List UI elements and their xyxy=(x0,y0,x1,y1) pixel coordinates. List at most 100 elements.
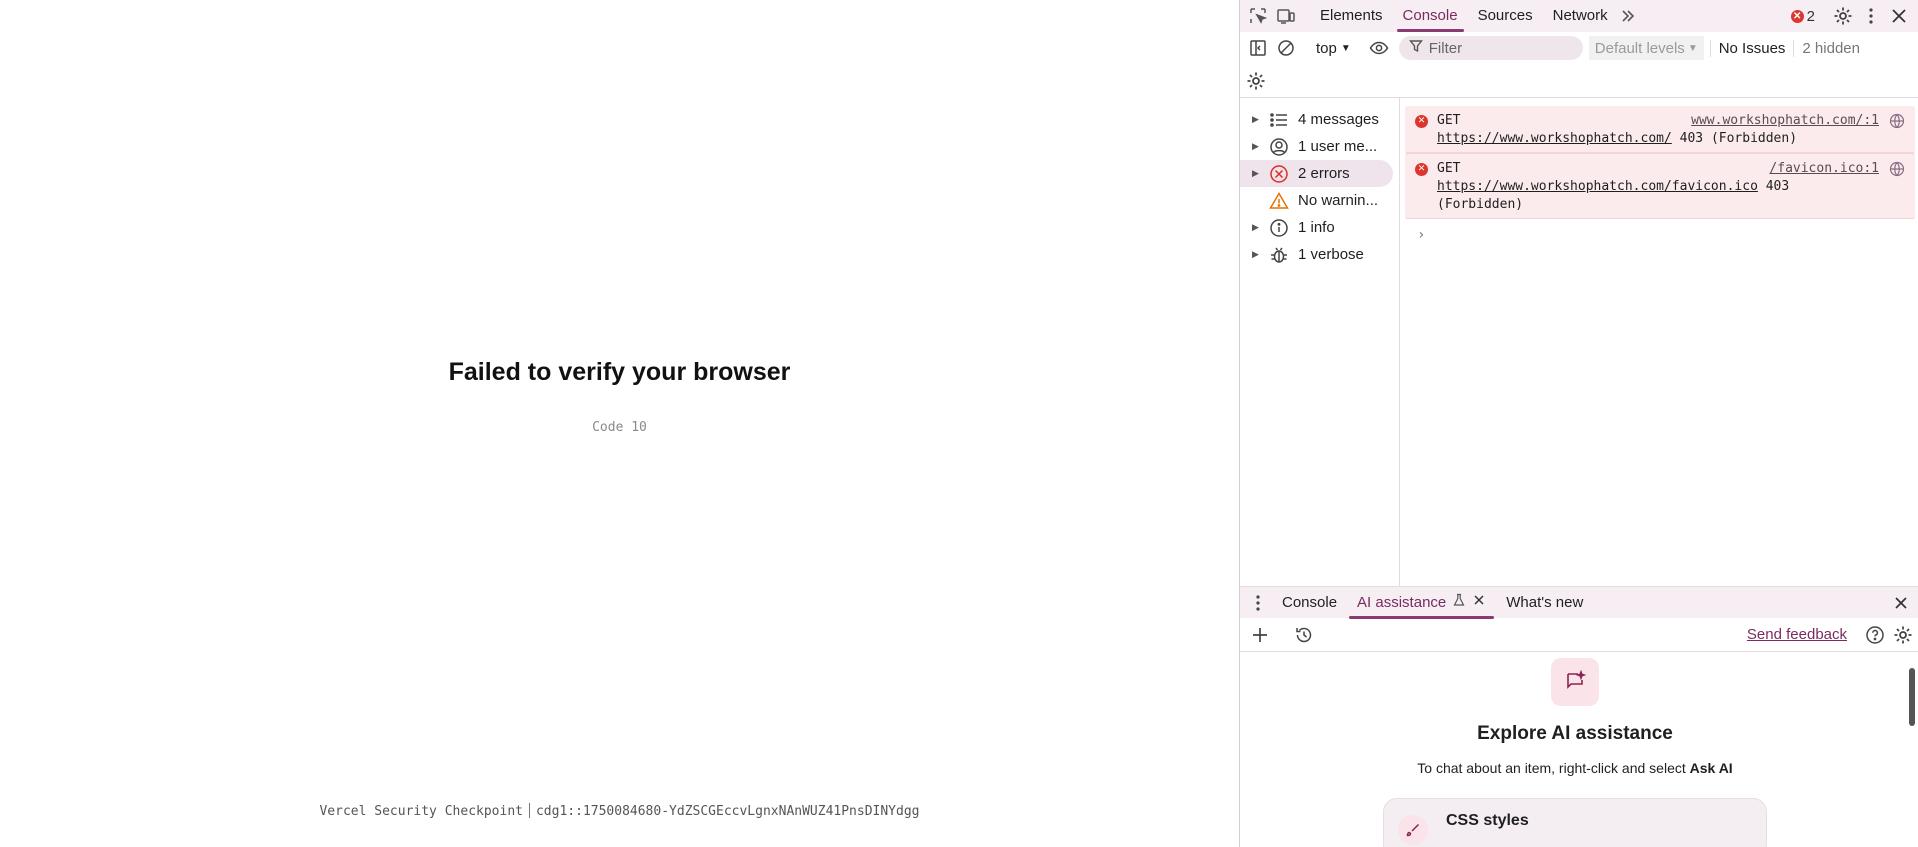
expand-arrow-icon[interactable]: ▶ xyxy=(1252,249,1264,260)
css-styles-card[interactable]: CSS styles xyxy=(1383,798,1767,847)
ai-heading: Explore AI assistance xyxy=(1477,723,1673,744)
console-error-message[interactable]: ✕ www.workshophatch.com/:1 GET https://w… xyxy=(1405,106,1915,153)
screen: Failed to verify your browser Code 10 Ve… xyxy=(0,0,1918,847)
drawer-tab-label: AI assistance xyxy=(1357,593,1447,611)
expand-arrow-icon[interactable]: ▶ xyxy=(1252,168,1264,179)
ai-panel-scrollbar[interactable] xyxy=(1908,654,1916,844)
issues-button[interactable]: No Issues xyxy=(1709,39,1794,57)
request-url-link[interactable]: https://www.workshophatch.com/ xyxy=(1437,131,1672,146)
kebab-menu-icon[interactable] xyxy=(1857,2,1885,30)
page-title: Failed to verify your browser xyxy=(448,358,791,386)
context-selector[interactable]: top ▼ xyxy=(1308,40,1359,57)
expand-arrow-icon[interactable]: ▶ xyxy=(1252,114,1264,125)
console-sidebar: ▶ 4 messages ▶ 1 user me... ▶ 2 errors N… xyxy=(1240,98,1400,586)
ai-toolbar: Send feedback xyxy=(1240,618,1918,652)
tab-network[interactable]: Network xyxy=(1543,0,1618,32)
device-toolbar-icon[interactable] xyxy=(1272,2,1300,30)
warning-icon xyxy=(1268,190,1290,212)
error-counter[interactable]: ✕ 2 xyxy=(1790,7,1815,25)
message-source-link[interactable]: www.workshophatch.com/:1 xyxy=(1691,112,1879,130)
drawer-tab-label: What's new xyxy=(1506,593,1584,611)
clear-console-icon[interactable] xyxy=(1272,34,1300,62)
sidebar-item-label: 1 verbose xyxy=(1298,246,1364,263)
console-error-message[interactable]: ✕ /favicon.ico:1 GET https://www.worksho… xyxy=(1405,153,1915,219)
devtools-panel: Elements Console Sources Network ✕ 2 top… xyxy=(1239,0,1918,847)
log-levels-label: Default levels xyxy=(1594,39,1685,57)
sidebar-toggle-icon[interactable] xyxy=(1244,34,1272,62)
close-drawer-icon[interactable] xyxy=(1887,589,1915,617)
sidebar-item-label: 4 messages xyxy=(1298,111,1379,128)
sidebar-item-label: No warnin... xyxy=(1298,192,1379,209)
sidebar-item-label: 1 info xyxy=(1298,219,1335,236)
expand-arrow-icon[interactable]: ▶ xyxy=(1252,222,1264,233)
sidebar-item-messages[interactable]: ▶ 4 messages xyxy=(1240,106,1399,133)
sidebar-item-warnings[interactable]: No warnin... xyxy=(1240,187,1399,214)
console-toolbar: top ▼ Filter Default levels ▼ No Issues … xyxy=(1240,32,1918,64)
ai-description: To chat about an item, right-click and s… xyxy=(1240,760,1910,776)
console-prompt[interactable]: › xyxy=(1401,219,1918,243)
history-icon[interactable] xyxy=(1290,621,1318,649)
ask-ai-label: Ask AI xyxy=(1689,760,1733,776)
card-label: CSS styles xyxy=(1446,812,1529,829)
console-settings-gear-icon[interactable] xyxy=(1242,67,1270,95)
sidebar-item-verbose[interactable]: ▶ 1 verbose xyxy=(1240,241,1399,268)
network-request-icon[interactable] xyxy=(1889,161,1905,177)
sidebar-item-errors[interactable]: ▶ 2 errors xyxy=(1240,160,1393,187)
info-icon xyxy=(1268,217,1290,239)
error-icon: ✕ xyxy=(1415,115,1428,128)
expand-arrow-icon[interactable]: ▶ xyxy=(1252,141,1264,152)
dropdown-arrow-icon: ▼ xyxy=(1687,42,1698,54)
request-status: 403 (Forbidden) xyxy=(1679,131,1798,146)
settings-gear-icon[interactable] xyxy=(1829,2,1857,30)
prompt-chevron-icon: › xyxy=(1417,227,1426,243)
list-icon xyxy=(1268,109,1290,131)
paintbrush-icon xyxy=(1398,815,1428,845)
log-levels-dropdown[interactable]: Default levels ▼ xyxy=(1588,36,1704,60)
network-request-icon[interactable] xyxy=(1889,113,1905,129)
request-status: 403 xyxy=(1765,179,1790,194)
scrollbar-thumb[interactable] xyxy=(1909,668,1915,726)
sidebar-item-user-messages[interactable]: ▶ 1 user me... xyxy=(1240,133,1399,160)
ai-description-text: To chat about an item, right-click and s… xyxy=(1417,760,1690,776)
drawer-tab-whats-new[interactable]: What's new xyxy=(1496,587,1593,619)
filter-funnel-icon xyxy=(1408,39,1423,57)
request-status-text: (Forbidden) xyxy=(1437,197,1524,212)
send-feedback-link[interactable]: Send feedback xyxy=(1747,626,1861,643)
error-count: 2 xyxy=(1806,7,1815,25)
tab-elements[interactable]: Elements xyxy=(1310,0,1393,32)
error-code: Code 10 xyxy=(592,420,647,435)
request-method: GET xyxy=(1437,161,1461,176)
filter-input[interactable]: Filter xyxy=(1398,36,1583,60)
user-icon xyxy=(1268,136,1290,158)
web-page: Failed to verify your browser Code 10 Ve… xyxy=(0,0,1239,847)
console-log: ✕ www.workshophatch.com/:1 GET https://w… xyxy=(1401,98,1918,586)
sidebar-item-info[interactable]: ▶ 1 info xyxy=(1240,214,1399,241)
ai-assistance-panel: Explore AI assistance To chat about an i… xyxy=(1240,652,1918,847)
ai-sparkle-chat-icon xyxy=(1551,658,1599,706)
request-method: GET xyxy=(1437,113,1461,128)
close-tab-icon[interactable] xyxy=(1472,587,1486,619)
help-icon[interactable] xyxy=(1861,621,1889,649)
live-expression-eye-icon[interactable] xyxy=(1365,34,1393,62)
more-tabs-icon[interactable] xyxy=(1618,2,1638,30)
tab-sources[interactable]: Sources xyxy=(1468,0,1543,32)
error-icon: ✕ xyxy=(1415,163,1428,176)
tab-console[interactable]: Console xyxy=(1393,0,1468,32)
drawer-tab-ai-assistance[interactable]: AI assistance xyxy=(1347,587,1496,619)
drawer-tabbar: Console AI assistance What's new xyxy=(1240,586,1918,619)
drawer-tab-console[interactable]: Console xyxy=(1272,587,1347,619)
new-chat-plus-icon[interactable] xyxy=(1246,621,1274,649)
request-url-link[interactable]: https://www.workshophatch.com/favicon.ic… xyxy=(1437,179,1758,194)
footer-request-id: cdg1::1750084680-YdZSCGEccvLgnxNAnWUZ41P… xyxy=(535,804,920,819)
devtools-main-toolbar: Elements Console Sources Network ✕ 2 xyxy=(1240,0,1918,32)
error-icon xyxy=(1268,163,1290,185)
message-source-link[interactable]: /favicon.ico:1 xyxy=(1769,160,1879,178)
drawer-menu-icon[interactable] xyxy=(1244,589,1272,617)
experiment-flask-icon xyxy=(1452,587,1466,619)
ai-settings-gear-icon[interactable] xyxy=(1889,621,1917,649)
inspect-element-icon[interactable] xyxy=(1244,2,1272,30)
close-devtools-icon[interactable] xyxy=(1885,2,1913,30)
sidebar-item-label: 1 user me... xyxy=(1298,138,1378,155)
filter-placeholder: Filter xyxy=(1428,39,1463,57)
console-settings-row xyxy=(1240,64,1918,98)
